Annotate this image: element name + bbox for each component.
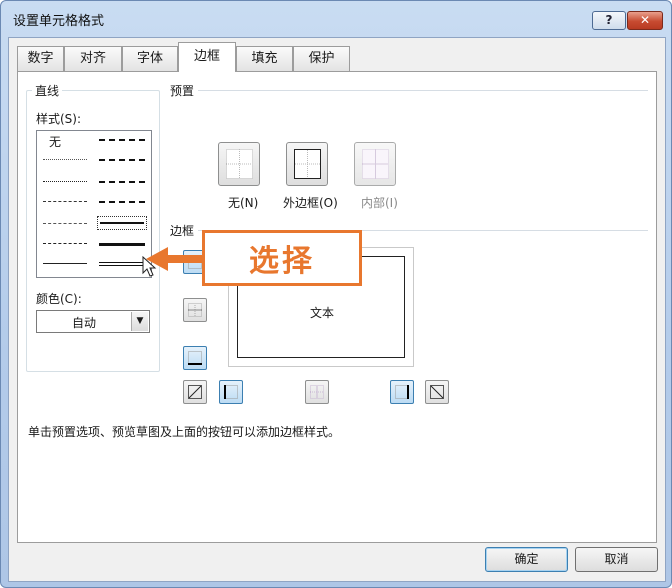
- border-right-button[interactable]: [390, 380, 414, 404]
- preset-none-button[interactable]: [218, 142, 260, 186]
- border-tab-panel: 直线 样式(S): 无 颜色(C): 自动 ▼ 预置 无(N) 外边框(O) 内…: [17, 71, 657, 543]
- line-style-dash-dot-dot[interactable]: [43, 201, 87, 202]
- tab-font[interactable]: 字体: [122, 46, 178, 71]
- line-style-dash-dot[interactable]: [43, 223, 87, 224]
- tab-number[interactable]: 数字: [17, 46, 64, 71]
- border-inside-vertical-icon: [310, 385, 324, 399]
- border-middle-vertical-button[interactable]: [305, 380, 329, 404]
- cancel-button[interactable]: 取消: [575, 547, 658, 572]
- border-middle-horizontal-button[interactable]: [183, 298, 207, 322]
- preset-inside-label: 内部(I): [361, 196, 398, 210]
- dialog-body: 数字 对齐 字体 边框 填充 保护 直线 样式(S): 无 颜色(C): 自动 …: [8, 37, 666, 582]
- line-style-dashed[interactable]: [43, 243, 87, 244]
- line-style-thin[interactable]: [43, 263, 87, 264]
- tab-protection[interactable]: 保护: [293, 46, 350, 71]
- line-style-medium-selected[interactable]: [97, 216, 147, 230]
- line-style-thick[interactable]: [99, 243, 145, 246]
- line-group-label: 直线: [32, 82, 63, 99]
- border-left-button[interactable]: [219, 380, 243, 404]
- preset-inside-button[interactable]: [354, 142, 396, 186]
- preview-text: 文本: [309, 306, 334, 320]
- dialog-title: 设置单元格格式: [13, 14, 105, 29]
- border-bottom-button[interactable]: [183, 346, 207, 370]
- presets-separator: [198, 90, 648, 91]
- tab-border[interactable]: 边框: [178, 42, 236, 72]
- border-left-icon: [224, 385, 238, 399]
- diagonal-up-icon: [188, 385, 202, 399]
- color-select[interactable]: 自动 ▼: [36, 310, 150, 333]
- help-button[interactable]: ?: [592, 11, 626, 30]
- title-bar: 设置单元格格式 ? ✕: [1, 1, 671, 37]
- border-diagonal-up-button[interactable]: [183, 380, 207, 404]
- preset-none-label: 无(N): [228, 196, 259, 210]
- preset-outline-button[interactable]: [286, 142, 328, 186]
- tab-alignment[interactable]: 对齐: [64, 46, 122, 71]
- border-bottom-icon: [188, 351, 202, 365]
- diagonal-down-icon: [430, 385, 444, 399]
- close-button[interactable]: ✕: [627, 11, 663, 30]
- mouse-cursor-icon: [142, 256, 157, 277]
- preset-inside-icon: [362, 149, 389, 179]
- line-style-double[interactable]: [99, 262, 145, 266]
- annotation-callout: 选择: [144, 230, 364, 288]
- preset-none-icon: [226, 149, 253, 179]
- border-right-icon: [395, 385, 409, 399]
- line-style-hair[interactable]: [43, 159, 87, 160]
- style-label: 样式(S):: [36, 112, 82, 126]
- ok-button[interactable]: 确定: [485, 547, 568, 572]
- line-style-slant-dash-dot[interactable]: [99, 159, 145, 161]
- hint-text: 单击预置选项、预览草图及上面的按钮可以添加边框样式。: [28, 425, 341, 439]
- line-style-list[interactable]: 无: [36, 130, 152, 278]
- border-diagonal-down-button[interactable]: [425, 380, 449, 404]
- annotation-text: 选择: [249, 244, 315, 279]
- border-inside-horizontal-icon: [188, 303, 202, 317]
- preset-outline-icon: [294, 149, 321, 179]
- line-style-medium-dashed[interactable]: [99, 201, 145, 203]
- color-value: 自动: [71, 316, 96, 330]
- dialog-window: 设置单元格格式 ? ✕ 数字 对齐 字体 边框 填充 保护 直线 样式(S): …: [0, 0, 672, 588]
- color-label: 颜色(C):: [36, 292, 82, 306]
- line-style-medium-dash-dot-dot[interactable]: [99, 139, 145, 141]
- dropdown-arrow-icon[interactable]: ▼: [131, 312, 148, 331]
- presets-label: 预置: [170, 84, 195, 98]
- tab-fill[interactable]: 填充: [236, 46, 293, 71]
- line-style-medium-dash-dot[interactable]: [99, 181, 145, 183]
- line-style-dotted[interactable]: [43, 181, 87, 182]
- preset-outline-label: 外边框(O): [283, 196, 338, 210]
- line-style-none[interactable]: 无: [49, 133, 61, 150]
